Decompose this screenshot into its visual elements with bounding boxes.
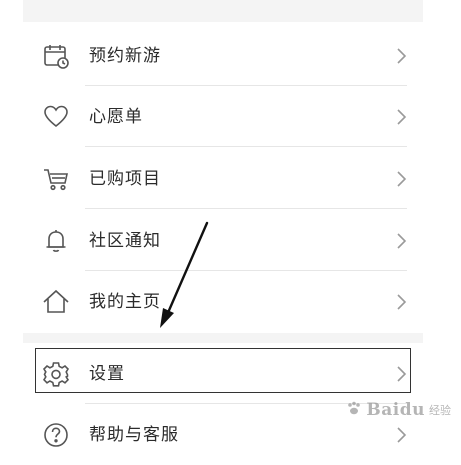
question-icon — [42, 421, 70, 449]
chevron-right-icon — [395, 426, 407, 444]
menu-item-purchased[interactable]: 已购项目 — [23, 148, 423, 209]
watermark-brand: Baidu — [366, 400, 425, 420]
baidu-watermark: Baidu 经验 — [346, 400, 451, 420]
menu-item-wishlist[interactable]: 心愿单 — [23, 86, 423, 147]
calendar-clock-icon — [42, 42, 70, 70]
chevron-right-icon — [395, 170, 407, 188]
section-separator — [23, 333, 423, 343]
cart-icon — [42, 165, 70, 193]
menu-item-label: 帮助与客服 — [89, 425, 179, 445]
section-separator-top — [23, 0, 423, 22]
settings-highlight-box — [35, 348, 411, 393]
home-icon — [42, 288, 70, 316]
menu-item-label: 我的主页 — [89, 292, 161, 312]
chevron-right-icon — [395, 108, 407, 126]
chevron-right-icon — [395, 293, 407, 311]
menu-item-label: 预约新游 — [89, 46, 161, 66]
menu-item-label: 心愿单 — [89, 107, 143, 127]
heart-icon — [42, 103, 70, 131]
row-divider — [85, 146, 407, 147]
chevron-right-icon — [395, 232, 407, 250]
menu-item-label: 已购项目 — [89, 169, 161, 189]
menu-item-my-homepage[interactable]: 我的主页 — [23, 271, 423, 332]
paw-logo-icon — [346, 400, 362, 420]
chevron-right-icon — [395, 47, 407, 65]
menu-item-community-notices[interactable]: 社区通知 — [23, 210, 423, 271]
bell-icon — [42, 227, 70, 255]
menu-item-reservations[interactable]: 预约新游 — [23, 25, 423, 86]
menu-item-label: 社区通知 — [89, 231, 161, 251]
watermark-sub: 经验 — [429, 404, 451, 417]
row-divider — [85, 208, 407, 209]
